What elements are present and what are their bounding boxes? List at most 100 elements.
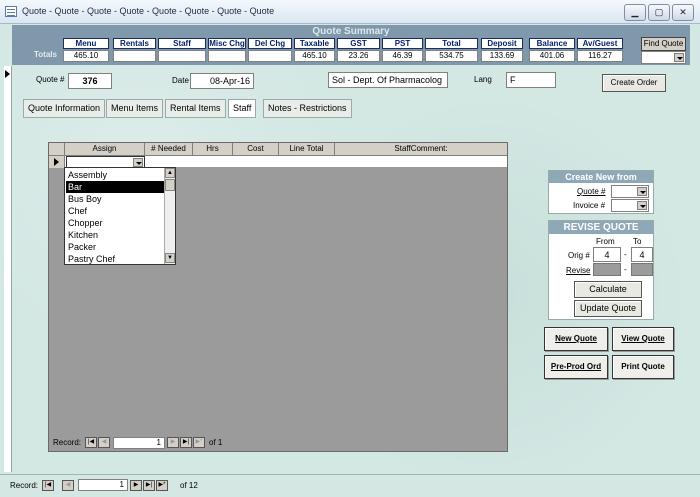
option-chef[interactable]: Chef	[66, 205, 164, 217]
calculate-button[interactable]: Calculate	[574, 281, 642, 298]
staff-grid-header: Assign # Needed Hrs Cost Line Total Staf…	[49, 143, 507, 156]
summary-header-pst: PST	[382, 38, 423, 49]
view-quote-button[interactable]: View Quote	[612, 327, 674, 351]
current-record-arrow-icon	[5, 70, 10, 78]
revise-to-field[interactable]	[631, 263, 653, 276]
maximize-button[interactable]: ▢	[648, 4, 670, 21]
summary-value-del-chg	[248, 50, 292, 62]
tab-menu-items[interactable]: Menu Items	[106, 99, 164, 118]
orig-to-field[interactable]: 4	[631, 247, 653, 262]
summary-title: Quote Summary	[312, 26, 390, 37]
col-hrs[interactable]: Hrs	[193, 143, 233, 156]
create-invoice-combo[interactable]	[611, 199, 649, 212]
lang-label: Lang	[474, 75, 492, 84]
dropdown-scrollbar[interactable]: ▲ ▼	[164, 168, 175, 264]
first-record-button[interactable]: |◀	[85, 437, 97, 448]
find-quote-combo[interactable]	[641, 51, 686, 64]
main-record-label: Record:	[10, 481, 39, 490]
col-assign[interactable]: Assign	[65, 143, 145, 156]
tab-staff[interactable]: Staff	[228, 99, 257, 118]
summary-value-av-guest: 116.27	[577, 50, 623, 62]
summary-value-deposit: 133.69	[481, 50, 523, 62]
chevron-down-icon[interactable]	[674, 53, 684, 62]
main-next-record-button[interactable]: ▶	[130, 480, 142, 491]
tab-rental-items[interactable]: Rental Items	[165, 99, 226, 118]
tab-quote-information[interactable]: Quote Information	[23, 99, 106, 118]
create-quote-combo[interactable]	[611, 185, 649, 198]
print-quote-button[interactable]: Print Quote	[612, 355, 674, 379]
revise-quote-title: REVISE QUOTE	[549, 221, 653, 234]
new-record-button[interactable]: ▶*	[193, 437, 205, 448]
title-bar: Quote - Quote - Quote - Quote - Quote - …	[0, 0, 700, 24]
option-packer[interactable]: Packer	[66, 241, 164, 253]
orig-sep: -	[624, 250, 627, 259]
scroll-thumb[interactable]	[165, 179, 175, 191]
chevron-down-icon[interactable]	[637, 201, 647, 210]
col-needed[interactable]: # Needed	[145, 143, 193, 156]
pre-prod-order-button[interactable]: Pre-Prod Ord	[544, 355, 608, 379]
subform-record-nav: Record: |◀ ◀ 1 ▶ ▶| ▶* of 1	[53, 437, 253, 449]
header-corner	[49, 143, 65, 156]
option-pastry-chef[interactable]: Pastry Chef	[66, 253, 164, 265]
quote-number-field[interactable]: 376	[68, 73, 112, 89]
option-assembly[interactable]: Assembly	[66, 169, 164, 181]
to-label: To	[633, 237, 642, 246]
chevron-down-icon[interactable]	[133, 158, 143, 167]
client-field[interactable]: Sol - Dept. Of Pharmacolog	[328, 72, 448, 88]
revise-sep: -	[624, 265, 627, 274]
main-last-record-button[interactable]: ▶|	[143, 480, 155, 491]
tab-notes-restrictions[interactable]: Notes - Restrictions	[263, 99, 352, 118]
summary-header-deposit: Deposit	[481, 38, 523, 49]
revise-from-field[interactable]	[593, 263, 621, 276]
option-chopper[interactable]: Chopper	[66, 217, 164, 229]
summary-value-menu: 465.10	[63, 50, 109, 62]
main-record-number-field[interactable]: 1	[78, 479, 128, 491]
main-first-record-button[interactable]: |◀	[42, 480, 54, 491]
create-new-panel: Create New from Quote # Invoice #	[548, 170, 654, 214]
record-selector[interactable]	[4, 66, 12, 472]
close-button[interactable]: ✕	[672, 4, 694, 21]
revise-label: Revise	[566, 266, 591, 275]
option-kitchen[interactable]: Kitchen	[66, 229, 164, 241]
chevron-down-icon[interactable]	[637, 187, 647, 196]
main-prev-record-button[interactable]: ◀	[62, 480, 74, 491]
form-icon	[5, 6, 17, 17]
last-record-button[interactable]: ▶|	[180, 437, 192, 448]
option-bus-boy[interactable]: Bus Boy	[66, 193, 164, 205]
date-field[interactable]: 08-Apr-16	[190, 73, 254, 89]
main-new-record-button[interactable]: ▶*	[156, 480, 168, 491]
summary-header-taxable: Taxable	[294, 38, 335, 49]
summary-header-rentals: Rentals	[113, 38, 156, 49]
date-label: Date	[172, 76, 189, 85]
main-record-nav: Record: |◀ ◀ 1 ▶ ▶| ▶* of 12	[0, 474, 700, 497]
next-record-button[interactable]: ▶	[167, 437, 179, 448]
create-new-title: Create New from	[549, 171, 653, 183]
summary-value-total: 534.75	[425, 50, 478, 62]
summary-header-staff: Staff	[158, 38, 206, 49]
scroll-up-icon[interactable]: ▲	[165, 168, 175, 178]
summary-header-total: Total	[425, 38, 478, 49]
revise-quote-panel: REVISE QUOTE From To Orig # 4 - 4 Revise…	[548, 220, 654, 320]
record-number-field[interactable]: 1	[113, 437, 165, 449]
col-staff-comment[interactable]: StaffComment:	[335, 143, 507, 156]
record-label: Record:	[53, 438, 82, 447]
update-quote-button[interactable]: Update Quote	[574, 300, 642, 317]
minimize-button[interactable]: ▁	[624, 4, 646, 21]
totals-label: Totals	[34, 50, 57, 59]
quote-number-label: Quote #	[36, 75, 65, 84]
row-selector[interactable]	[49, 156, 65, 168]
assign-dropdown-list: Assembly Bar Bus Boy Chef Chopper Kitche…	[64, 167, 176, 265]
lang-field[interactable]: F	[506, 72, 556, 88]
summary-value-staff	[158, 50, 206, 62]
summary-header-misc-chg: Misc Chg	[208, 38, 246, 49]
new-quote-button[interactable]: New Quote	[544, 327, 608, 351]
scroll-down-icon[interactable]: ▼	[165, 253, 175, 263]
create-order-button[interactable]: Create Order	[602, 74, 666, 92]
record-count: of 1	[209, 438, 223, 447]
col-line-total[interactable]: Line Total	[279, 143, 335, 156]
orig-from-field[interactable]: 4	[593, 247, 621, 262]
option-bar[interactable]: Bar	[66, 181, 164, 193]
prev-record-button[interactable]: ◀	[98, 437, 110, 448]
col-cost[interactable]: Cost	[233, 143, 279, 156]
find-quote-label: Find Quote	[641, 37, 686, 51]
